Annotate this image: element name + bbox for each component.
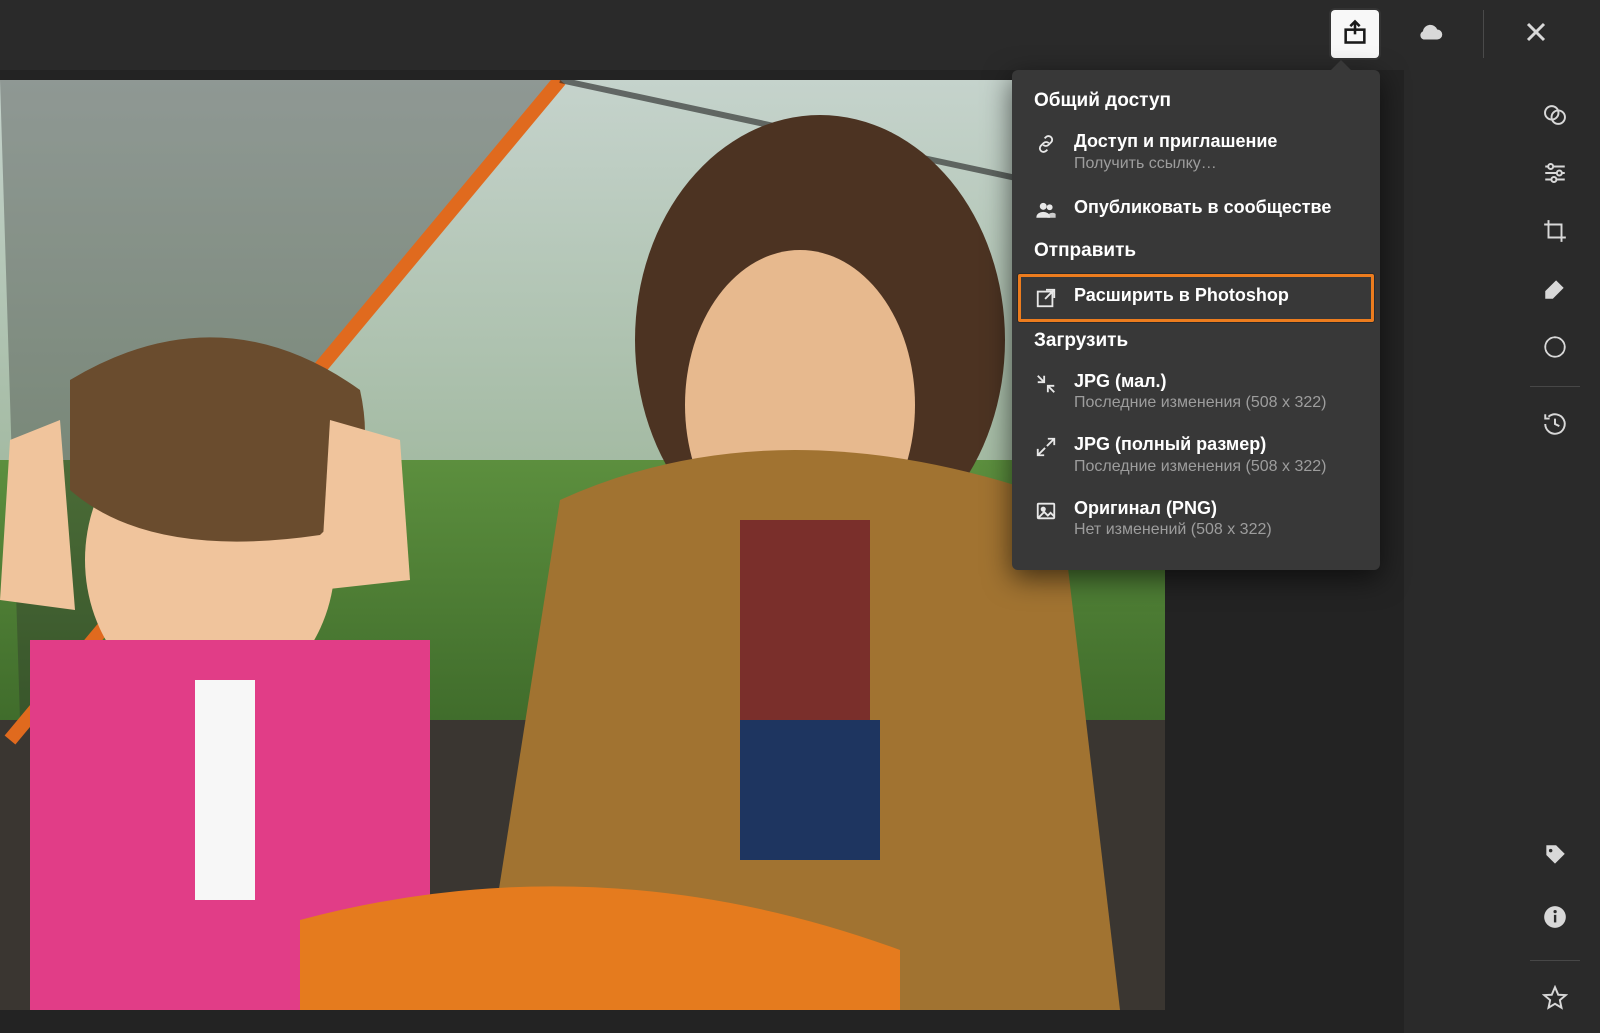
optics-tool[interactable] xyxy=(1526,320,1584,378)
close-icon xyxy=(1524,20,1548,49)
menu-jpg-small-sub: Последние изменения (508 x 322) xyxy=(1074,393,1326,413)
menu-original-png[interactable]: Оригинал (PNG) Нет изменений (508 x 322) xyxy=(1012,489,1380,553)
heal-tool[interactable] xyxy=(1526,262,1584,320)
photo-canvas[interactable] xyxy=(0,80,1165,1010)
tag-tool[interactable] xyxy=(1526,828,1584,886)
rail-separator xyxy=(1530,386,1580,387)
cloud-button[interactable] xyxy=(1407,10,1455,58)
top-buttons xyxy=(1331,10,1560,58)
share-button[interactable] xyxy=(1331,10,1379,58)
open-external-icon xyxy=(1034,286,1058,310)
send-section-header: Отправить xyxy=(1012,234,1380,272)
menu-jpg-small[interactable]: JPG (мал.) Последние изменения (508 x 32… xyxy=(1012,362,1380,426)
menu-publish-community[interactable]: Опубликовать в сообществе xyxy=(1012,186,1380,234)
rail-separator-bottom xyxy=(1530,960,1580,961)
image-icon xyxy=(1034,499,1058,523)
menu-jpg-full[interactable]: JPG (полный размер) Последние изменения … xyxy=(1012,425,1380,489)
crop-tool[interactable] xyxy=(1526,204,1584,262)
menu-jpg-full-title: JPG (полный размер) xyxy=(1074,433,1326,456)
menu-expand-photoshop-label: Расширить в Photoshop xyxy=(1074,284,1289,307)
share-icon xyxy=(1341,18,1369,51)
eraser-icon xyxy=(1542,276,1568,307)
history-tool[interactable] xyxy=(1526,397,1584,455)
menu-access-invite-title: Доступ и приглашение xyxy=(1074,130,1277,153)
community-icon xyxy=(1034,198,1058,222)
tag-icon xyxy=(1542,842,1568,873)
top-divider xyxy=(1483,10,1484,58)
link-icon xyxy=(1034,132,1058,156)
info-icon xyxy=(1542,904,1568,935)
favorite-tool[interactable] xyxy=(1526,971,1584,1029)
menu-access-invite[interactable]: Доступ и приглашение Получить ссылку… xyxy=(1012,122,1380,186)
photo-placeholder-image xyxy=(0,80,1165,1010)
close-button[interactable] xyxy=(1512,10,1560,58)
info-tool[interactable] xyxy=(1526,890,1584,948)
share-menu: Общий доступ Доступ и приглашение Получи… xyxy=(1012,70,1380,570)
aperture-icon xyxy=(1542,334,1568,365)
crop-icon xyxy=(1542,218,1568,249)
menu-access-invite-sub: Получить ссылку… xyxy=(1074,154,1277,174)
top-bar xyxy=(0,0,1600,70)
sliders-icon xyxy=(1542,160,1568,191)
menu-original-title: Оригинал (PNG) xyxy=(1074,497,1272,520)
menu-jpg-full-sub: Последние изменения (508 x 322) xyxy=(1074,457,1326,477)
expand-arrows-icon xyxy=(1034,435,1058,459)
recommend-tool[interactable] xyxy=(1526,88,1584,146)
menu-jpg-small-title: JPG (мал.) xyxy=(1074,370,1326,393)
menu-publish-community-label: Опубликовать в сообществе xyxy=(1074,196,1331,219)
overlap-circles-icon xyxy=(1542,102,1568,133)
history-icon xyxy=(1542,411,1568,442)
download-section-header: Загрузить xyxy=(1012,324,1380,362)
star-icon xyxy=(1542,985,1568,1016)
edit-tool[interactable] xyxy=(1526,146,1584,204)
menu-original-sub: Нет изменений (508 x 322) xyxy=(1074,520,1272,540)
cloud-icon xyxy=(1416,17,1446,52)
tool-rail xyxy=(1510,70,1600,1033)
shrink-arrows-icon xyxy=(1034,372,1058,396)
share-section-header: Общий доступ xyxy=(1012,84,1380,122)
menu-expand-photoshop[interactable]: Расширить в Photoshop xyxy=(1012,272,1380,324)
